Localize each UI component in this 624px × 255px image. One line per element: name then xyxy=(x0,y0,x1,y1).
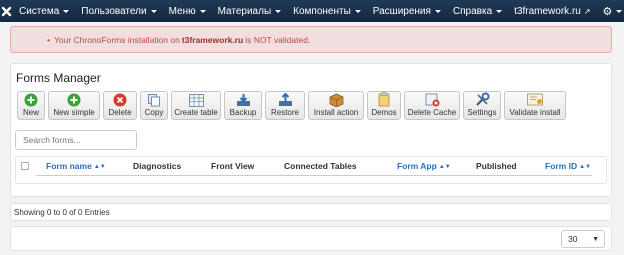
validate-install-button[interactable]: Validate install xyxy=(504,91,566,120)
joomla-logo-icon[interactable] xyxy=(0,0,13,22)
column-front-view: Front View xyxy=(211,161,255,171)
table-icon xyxy=(188,94,204,107)
menu-users[interactable]: Пользователи xyxy=(75,0,162,22)
column-diagnostics: Diagnostics xyxy=(133,161,182,171)
per-page-select[interactable]: 30 ▼ xyxy=(561,230,605,248)
column-form-app[interactable]: Form App ▲▼ xyxy=(397,161,451,171)
column-form-name[interactable]: Form name ▲▼ xyxy=(46,161,106,171)
external-link-icon: ↗ xyxy=(583,6,591,16)
entries-count: Showing 0 to 0 of 0 Entries xyxy=(10,203,612,221)
menu-menus[interactable]: Меню xyxy=(163,0,212,22)
table-divider xyxy=(36,175,592,176)
column-published: Published xyxy=(476,161,517,171)
alert-prefix: Your ChronoForms installation on xyxy=(53,34,180,45)
restore-button[interactable]: Restore xyxy=(265,91,305,120)
settings-menu[interactable]: ⚙ xyxy=(597,0,624,22)
caret-down-icon xyxy=(63,9,70,13)
demos-button[interactable]: Demos xyxy=(367,91,401,120)
upload-icon xyxy=(278,93,292,106)
column-form-id[interactable]: Form ID ▲▼ xyxy=(545,161,591,171)
delete-red-icon xyxy=(113,93,127,107)
alert-domain: t3framework.ru xyxy=(181,34,244,45)
sort-icon: ▲▼ xyxy=(579,164,592,170)
alert-suffix: is NOT validated. xyxy=(245,34,311,45)
caret-down-icon xyxy=(150,9,157,13)
certificate-icon xyxy=(526,93,543,106)
caret-down-icon xyxy=(496,9,503,13)
delete-button[interactable]: Delete xyxy=(103,91,137,120)
caret-down-icon xyxy=(199,9,206,13)
menu-system[interactable]: Система xyxy=(13,0,75,22)
sort-icon: ▲▼ xyxy=(438,164,451,170)
bullet: • xyxy=(47,34,50,45)
toolbar: New New simple Delete Copy Create table … xyxy=(17,91,566,120)
box-icon xyxy=(329,93,343,107)
select-all-checkbox[interactable] xyxy=(21,162,29,170)
plus-green-icon xyxy=(24,93,38,107)
tools-icon xyxy=(475,92,489,106)
copy-button[interactable]: Copy xyxy=(140,91,168,120)
caret-down-icon xyxy=(354,9,361,13)
install-action-button[interactable]: Install action xyxy=(308,91,364,120)
new-simple-button[interactable]: New simple xyxy=(48,91,100,120)
caret-down-icon xyxy=(434,9,441,13)
page-title: Forms Manager xyxy=(16,71,101,85)
delete-cache-button[interactable]: Delete Cache xyxy=(404,91,460,120)
new-button[interactable]: New xyxy=(17,91,45,120)
delete-cache-icon xyxy=(425,93,439,107)
backup-button[interactable]: Backup xyxy=(224,91,262,120)
site-link[interactable]: t3framework.ru ↗ xyxy=(508,0,596,22)
copy-icon xyxy=(148,94,160,107)
download-icon xyxy=(236,94,250,106)
top-navbar: Система Пользователи Меню Материалы Комп… xyxy=(0,0,624,22)
menu-extensions[interactable]: Расширения xyxy=(367,0,447,22)
forms-manager-panel: Forms Manager New New simple Delete Copy… xyxy=(10,63,612,197)
search-input[interactable] xyxy=(15,130,137,150)
plus-green-icon xyxy=(67,93,81,107)
menu-components[interactable]: Компоненты xyxy=(287,0,367,22)
caret-down-icon xyxy=(616,9,623,13)
column-connected-tables: Connected Tables xyxy=(284,161,357,171)
forms-table: Form name ▲▼ Diagnostics Front View Conne… xyxy=(15,156,607,184)
chevron-down-icon: ▼ xyxy=(592,236,599,243)
gear-icon: ⚙ xyxy=(602,5,613,18)
menu-content[interactable]: Материалы xyxy=(212,0,288,22)
pagination-bar: 30 ▼ xyxy=(10,226,612,251)
validation-alert: • Your ChronoForms installation on t3fra… xyxy=(10,26,612,53)
clipboard-icon xyxy=(378,92,390,107)
menu-help[interactable]: Справка xyxy=(447,0,508,22)
table-header: Form name ▲▼ Diagnostics Front View Conne… xyxy=(16,157,606,175)
caret-down-icon xyxy=(275,9,282,13)
sort-icon: ▲▼ xyxy=(93,164,106,170)
create-table-button[interactable]: Create table xyxy=(171,91,221,120)
settings-button[interactable]: Settings xyxy=(463,91,501,120)
